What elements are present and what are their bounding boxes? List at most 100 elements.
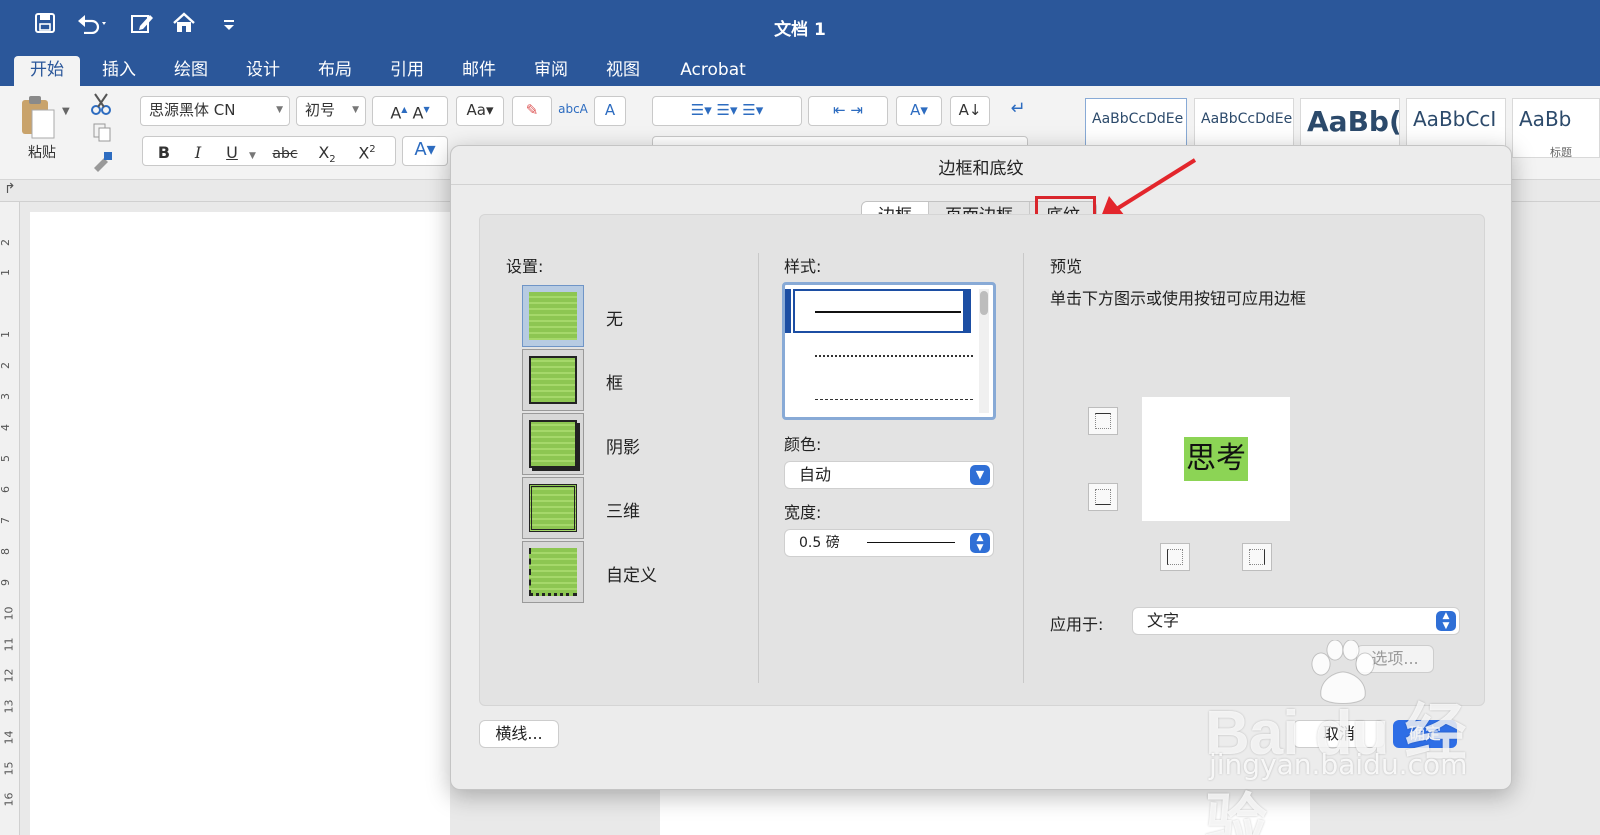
setting-custom[interactable] [522, 541, 584, 603]
change-case-icon[interactable]: Aa▾ [456, 96, 504, 126]
character-spacing-icon[interactable]: A▾ [896, 96, 942, 126]
divider [451, 184, 1511, 185]
ruler-number: 14 [2, 730, 16, 745]
tab-references[interactable]: 引用 [378, 56, 436, 86]
ok-button[interactable]: 确定 [1393, 720, 1457, 748]
swatch [529, 356, 577, 404]
bold-button[interactable]: B [147, 140, 181, 166]
color-select[interactable]: 自动 ▼ [784, 461, 994, 489]
clear-format-icon[interactable]: ✎ [512, 96, 552, 126]
indent-buttons[interactable]: ⇤ ⇥ [808, 96, 888, 126]
selection-marker [785, 289, 791, 333]
subscript-icon[interactable]: X2 [307, 140, 347, 173]
stepper-icon: ▲ ▼ [970, 533, 990, 553]
setting-3d[interactable] [522, 477, 584, 539]
tab-review[interactable]: 审阅 [522, 56, 580, 86]
italic-button[interactable]: I [181, 140, 215, 166]
chevron-down-icon: ▼ [276, 105, 283, 115]
style-option-dotted[interactable] [815, 355, 973, 357]
tab-view[interactable]: 视图 [594, 56, 652, 86]
line-break-icon[interactable]: ↵ [998, 96, 1038, 126]
dialog-title: 边框和底纹 [938, 159, 1024, 179]
width-select[interactable]: 0.5 磅 ▲ ▼ [784, 529, 994, 557]
bottom-border-button[interactable] [1088, 483, 1118, 511]
paste-label: 粘贴 [28, 145, 56, 161]
left-border-icon [1167, 549, 1183, 565]
setting-custom-label: 自定义 [606, 566, 657, 586]
font-name-select[interactable]: 思源黑体 CN ▼ [140, 96, 290, 126]
tab-draw[interactable]: 绘图 [162, 56, 220, 86]
divider [1023, 253, 1024, 683]
ruler-number: 2 [0, 362, 12, 369]
setting-none-label: 无 [606, 310, 623, 330]
setting-shadow[interactable] [522, 413, 584, 475]
options-button[interactable]: 选项... [1356, 645, 1434, 673]
width-line-sample [867, 542, 955, 543]
ruler-number: 4 [0, 424, 12, 431]
ruler-number: 7 [0, 517, 12, 524]
setting-3d-label: 三维 [606, 502, 640, 522]
divider [758, 253, 759, 683]
ribbon-tab-bar: 开始 插入 绘图 设计 布局 引用 邮件 审阅 视图 Acrobat [0, 52, 1600, 86]
cut-icon[interactable] [90, 92, 112, 120]
preview-hint: 单击下方图示或使用按钮可应用边框 [1050, 289, 1307, 308]
style-option-solid[interactable] [793, 289, 965, 333]
paste-dropdown-icon[interactable]: ▼ [62, 106, 70, 117]
underline-button[interactable]: U [215, 140, 249, 166]
document-page[interactable] [30, 212, 450, 835]
preview-area[interactable]: 思考 [1142, 397, 1290, 521]
cancel-button[interactable]: 取消 [1293, 720, 1385, 748]
top-border-button[interactable] [1088, 407, 1118, 435]
color-value: 自动 [799, 465, 832, 484]
tab-mailings[interactable]: 邮件 [450, 56, 508, 86]
copy-icon[interactable] [92, 122, 112, 146]
tab-home[interactable]: 开始 [14, 56, 80, 86]
ruler-number: 12 [2, 668, 16, 683]
line-style-list[interactable] [782, 282, 996, 420]
grow-shrink-font-buttons[interactable]: A▲ A▼ [372, 96, 448, 126]
vertical-ruler: 2 1 1 2 3 4 5 6 7 8 9 10 11 12 13 14 15 … [0, 202, 20, 835]
tab-insert[interactable]: 插入 [90, 56, 148, 86]
window-title: 文档 1 [774, 20, 826, 40]
font-size-value: 初号 [305, 101, 336, 119]
character-border-icon[interactable]: A [594, 96, 626, 126]
tab-acrobat[interactable]: Acrobat [672, 56, 754, 86]
ruler-number: 1 [0, 331, 12, 338]
right-border-button[interactable] [1242, 543, 1272, 571]
tab-layout[interactable]: 布局 [306, 56, 364, 86]
chevron-down-icon: ▼ [970, 465, 990, 485]
font-size-select[interactable]: 初号 ▼ [296, 96, 366, 126]
tab-stop-icon[interactable]: ↱ [4, 181, 16, 197]
ruler-number: 10 [2, 606, 16, 621]
text-effects-icon[interactable]: A▾ [402, 136, 448, 166]
right-border-icon [1249, 549, 1265, 565]
setting-box[interactable] [522, 349, 584, 411]
strikethrough-button[interactable]: abc [263, 141, 307, 167]
ruler-number: 5 [0, 455, 12, 462]
top-border-icon [1095, 413, 1111, 429]
solid-line [815, 311, 961, 313]
left-border-button[interactable] [1160, 543, 1190, 571]
ruler-number: 15 [2, 761, 16, 776]
horizontal-line-button[interactable]: 横线... [479, 720, 559, 748]
phonetic-guide-icon[interactable]: abcA [556, 96, 590, 126]
format-painter-icon[interactable] [90, 150, 114, 176]
superscript-icon[interactable]: X2 [347, 137, 387, 166]
tab-design[interactable]: 设计 [234, 56, 292, 86]
scroll-thumb[interactable] [980, 291, 988, 315]
chevron-down-icon: ▼ [352, 105, 359, 115]
style-option-dashed[interactable] [815, 399, 973, 400]
ruler-number: 3 [0, 393, 12, 400]
ruler-number: 9 [0, 579, 12, 586]
ruler-number: 8 [0, 548, 12, 555]
width-label: 宽度: [784, 503, 822, 522]
sort-icon[interactable]: A↓ [950, 96, 990, 126]
setting-none[interactable] [522, 285, 584, 347]
apply-to-select[interactable]: 文字 ▲ ▼ [1132, 607, 1460, 635]
settings-label: 设置: [506, 257, 544, 276]
paste-icon[interactable] [18, 94, 58, 144]
font-style-group: B I U ▼ abc X2 X2 [142, 136, 396, 166]
list-buttons[interactable]: ☰▾ ☰▾ ☰▾ [652, 96, 802, 126]
swatch [529, 420, 577, 468]
preview-label: 预览 [1050, 257, 1083, 276]
